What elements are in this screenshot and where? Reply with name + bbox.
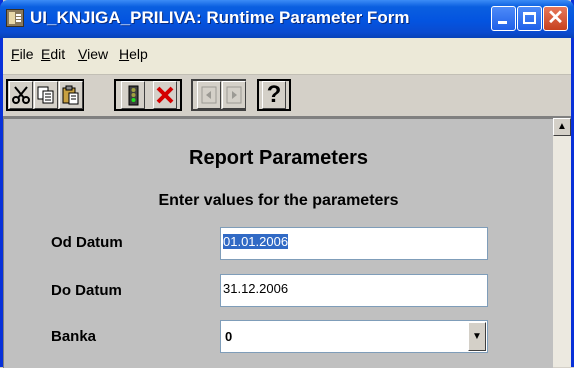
do-datum-field[interactable]: 31.12.2006 [220,274,488,307]
app-window: UI_KNJIGA_PRILIVA: Runtime Parameter For… [0,0,574,368]
chevron-down-icon: ▼ [472,331,482,342]
toolbar: ? [3,75,571,118]
cut-button[interactable] [9,81,33,109]
question-mark-icon: ? [266,81,282,108]
window-title: UI_KNJIGA_PRILIVA: Runtime Parameter For… [30,8,410,27]
next-page-button[interactable] [222,81,246,109]
od-datum-value: 01.01.2006 [223,234,289,249]
menu-bar: File Edit View Help [3,38,571,75]
copy-button[interactable] [34,81,58,109]
close-icon: ✕ [547,7,564,29]
menu-edit[interactable]: Edit [41,46,65,62]
traffic-light-icon [128,85,139,106]
paste-icon [62,85,79,105]
title-bar[interactable]: UI_KNJIGA_PRILIVA: Runtime Parameter For… [0,0,574,38]
copy-icon [37,86,54,104]
cancel-button[interactable] [153,81,177,109]
do-datum-value: 31.12.2006 [223,281,289,296]
form-subheading: Enter values for the parameters [158,192,399,209]
help-button[interactable]: ? [262,81,286,109]
menu-help[interactable]: Help [119,46,148,62]
arrow-up-icon: ▲ [557,121,567,132]
banka-select[interactable]: 0 ▼ [220,320,488,353]
banka-label: Banka [51,328,97,345]
scroll-up-button[interactable]: ▲ [553,118,571,136]
run-button[interactable] [121,81,145,109]
od-datum-field[interactable]: 01.01.2006 [220,227,488,260]
dropdown-arrow-button[interactable]: ▼ [468,322,486,351]
next-page-icon [226,86,242,104]
paste-button[interactable] [59,81,83,109]
previous-page-button[interactable] [197,81,221,109]
scissors-icon [12,86,30,104]
od-datum-label: Od Datum [51,234,123,251]
minimize-button[interactable] [491,6,516,31]
vertical-scrollbar[interactable]: ▲ [553,118,571,367]
maximize-icon [523,12,536,24]
parameter-form: Report Parameters Enter values for the p… [3,118,553,368]
close-button[interactable]: ✕ [543,6,568,31]
menu-view[interactable]: View [78,46,108,62]
previous-page-icon [201,86,217,104]
minimize-icon [498,21,507,24]
app-icon[interactable] [6,9,24,27]
banka-value: 0 [225,329,233,344]
red-x-icon [156,86,174,104]
menu-file[interactable]: File [11,46,34,62]
do-datum-label: Do Datum [51,282,122,299]
maximize-button[interactable] [517,6,542,31]
form-heading: Report Parameters [189,147,368,169]
